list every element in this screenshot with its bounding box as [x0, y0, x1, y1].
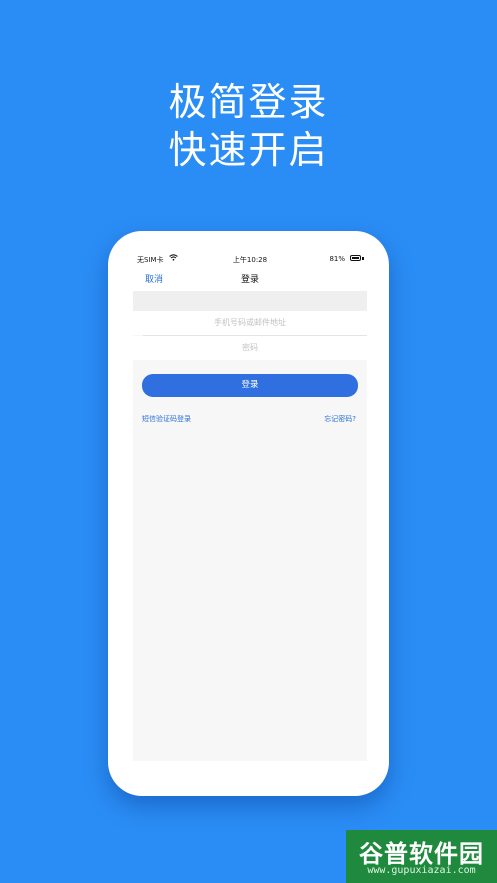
status-bar: 无SIM卡 上午10:28 81% [133, 249, 367, 267]
battery-percent: 81% [329, 255, 345, 263]
nav-bar: 取消 登录 [133, 267, 367, 291]
battery-tip [362, 257, 364, 260]
phone-screen: 无SIM卡 上午10:28 81% 取消 登录 手机号码或邮件地址 密码 登录 … [133, 249, 367, 761]
nav-title: 登录 [240, 275, 259, 285]
form-spacer [133, 291, 367, 311]
username-input[interactable]: 手机号码或邮件地址 [133, 311, 367, 335]
headline-line-1: 极简登录 [168, 80, 329, 124]
login-button[interactable]: 登录 [142, 374, 358, 397]
battery-icon [350, 255, 361, 261]
watermark-name: 谷普软件园 [359, 840, 484, 868]
password-input[interactable]: 密码 [133, 336, 367, 360]
phone-mockup: 无SIM卡 上午10:28 81% 取消 登录 手机号码或邮件地址 密码 登录 … [108, 231, 389, 796]
forgot-password-link[interactable]: 忘记密码? [324, 414, 356, 424]
headline-line-2: 快速开启 [168, 128, 329, 172]
sms-login-link[interactable]: 短信验证码登录 [142, 414, 191, 424]
promo-headline: 极简登录 快速开启 [0, 78, 497, 174]
watermark-logo: 谷普软件园 www.gupuxiazai.com [346, 830, 497, 883]
watermark-url: www.gupuxiazai.com [367, 865, 476, 876]
